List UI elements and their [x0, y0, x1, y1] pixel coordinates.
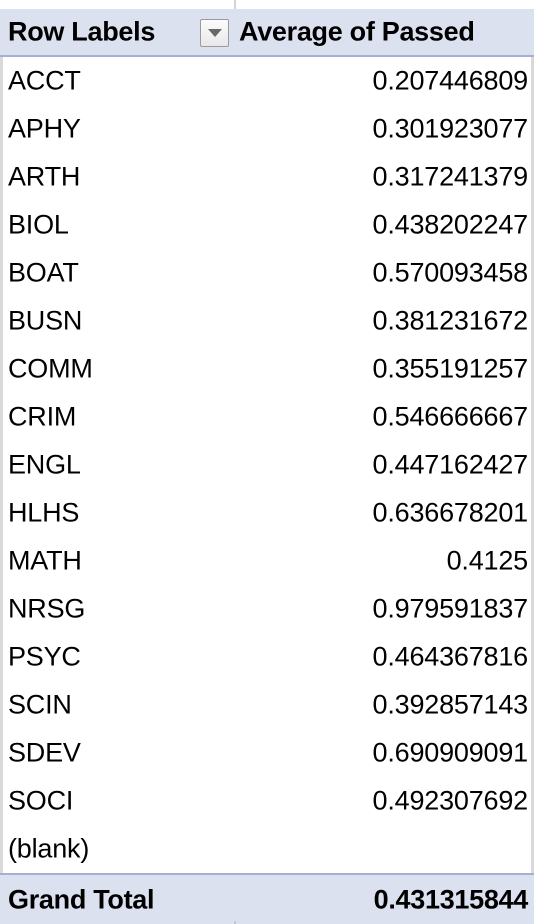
- row-label-cell: SDEV: [8, 737, 81, 768]
- table-row[interactable]: SDEV 0.690909091: [0, 729, 534, 777]
- table-row[interactable]: MATH 0.4125: [0, 537, 534, 585]
- top-row-remnant: [0, 0, 534, 9]
- row-separator-tick: [0, 537, 3, 585]
- table-row[interactable]: ARTH 0.317241379: [0, 153, 534, 201]
- row-separator-tick: [0, 729, 3, 777]
- row-label-cell: PSYC: [8, 641, 81, 672]
- row-value-cell: 0.636678201: [372, 497, 529, 528]
- row-separator-tick: [0, 825, 3, 873]
- table-row[interactable]: APHY 0.301923077: [0, 105, 534, 153]
- row-value-cell: 0.447162427: [372, 449, 529, 480]
- row-separator-tick: [0, 201, 3, 249]
- grand-total-label: Grand Total: [8, 884, 155, 915]
- row-label-cell: SOCI: [8, 785, 74, 816]
- row-value-cell: 0.492307692: [372, 785, 529, 816]
- table-row[interactable]: NRSG 0.979591837: [0, 585, 534, 633]
- row-value-cell: 0.546666667: [372, 401, 529, 432]
- table-row[interactable]: ACCT 0.207446809: [0, 57, 534, 105]
- row-label-cell: ENGL: [8, 449, 81, 480]
- row-label-cell: BUSN: [8, 305, 83, 336]
- row-separator-tick: [0, 105, 3, 153]
- table-row[interactable]: COMM 0.355191257: [0, 345, 534, 393]
- row-separator-tick: [0, 585, 3, 633]
- row-separator-tick: [0, 681, 3, 729]
- row-separator-tick: [0, 153, 3, 201]
- row-label-cell: CRIM: [8, 401, 77, 432]
- table-row[interactable]: BIOL 0.438202247: [0, 201, 534, 249]
- row-label-cell: MATH: [8, 545, 82, 576]
- table-body: ACCT 0.207446809 APHY 0.301923077 ARTH 0.3172…: [0, 57, 534, 873]
- row-separator-tick: [0, 393, 3, 441]
- value-column-header: Average of Passed: [239, 16, 475, 47]
- row-value-cell: 0.355191257: [372, 353, 529, 384]
- row-separator-tick: [0, 441, 3, 489]
- table-header-row: Row Labels Average of Passed: [0, 9, 534, 57]
- row-separator-tick: [0, 249, 3, 297]
- table-row[interactable]: PSYC 0.464367816: [0, 633, 534, 681]
- table-row[interactable]: BOAT 0.570093458: [0, 249, 534, 297]
- row-label-cell: NRSG: [8, 593, 86, 624]
- row-separator-tick: [0, 345, 3, 393]
- row-value-cell: 0.464367816: [372, 641, 529, 672]
- table-row[interactable]: (blank): [0, 825, 534, 873]
- row-labels-header: Row Labels: [8, 16, 156, 47]
- row-value-cell: 0.690909091: [372, 737, 529, 768]
- grand-total-value: 0.431315844: [373, 884, 529, 915]
- row-label-cell: APHY: [8, 113, 81, 144]
- row-value-cell: 0.979591837: [372, 593, 529, 624]
- pivot-table: Row Labels Average of Passed ACCT 0.20744…: [0, 0, 534, 924]
- row-value-cell: 0.381231672: [372, 305, 529, 336]
- row-label-cell: BOAT: [8, 257, 79, 288]
- row-label-cell: HLHS: [8, 497, 80, 528]
- row-separator-tick: [0, 297, 3, 345]
- row-value-cell: 0.438202247: [372, 209, 529, 240]
- row-labels-filter-button[interactable]: [200, 19, 229, 47]
- row-value-cell: 0.207446809: [372, 65, 529, 96]
- table-row[interactable]: CRIM 0.546666667: [0, 393, 534, 441]
- row-value-cell: 0.570093458: [372, 257, 529, 288]
- row-label-cell: BIOL: [8, 209, 69, 240]
- row-value-cell: 0.392857143: [372, 689, 529, 720]
- row-label-cell: SCIN: [8, 689, 72, 720]
- row-separator-tick: [0, 489, 3, 537]
- row-label-cell: ARTH: [8, 161, 81, 192]
- row-value-cell: 0.4125: [446, 545, 529, 576]
- table-row[interactable]: SOCI 0.492307692: [0, 777, 534, 825]
- row-label-cell: (blank): [8, 833, 90, 864]
- column-divider: [234, 0, 236, 9]
- table-row[interactable]: BUSN 0.381231672: [0, 297, 534, 345]
- row-label-cell: ACCT: [8, 65, 81, 96]
- row-label-cell: COMM: [8, 353, 93, 384]
- chevron-down-icon: [207, 29, 222, 37]
- row-value-cell: 0.317241379: [372, 161, 529, 192]
- row-separator-tick: [0, 633, 3, 681]
- row-separator-tick: [0, 777, 3, 825]
- row-value-cell: 0.301923077: [372, 113, 529, 144]
- table-row[interactable]: HLHS 0.636678201: [0, 489, 534, 537]
- table-row[interactable]: ENGL 0.447162427: [0, 441, 534, 489]
- table-row[interactable]: SCIN 0.392857143: [0, 681, 534, 729]
- row-separator-tick: [0, 57, 3, 105]
- grand-total-row: Grand Total 0.431315844: [0, 873, 534, 924]
